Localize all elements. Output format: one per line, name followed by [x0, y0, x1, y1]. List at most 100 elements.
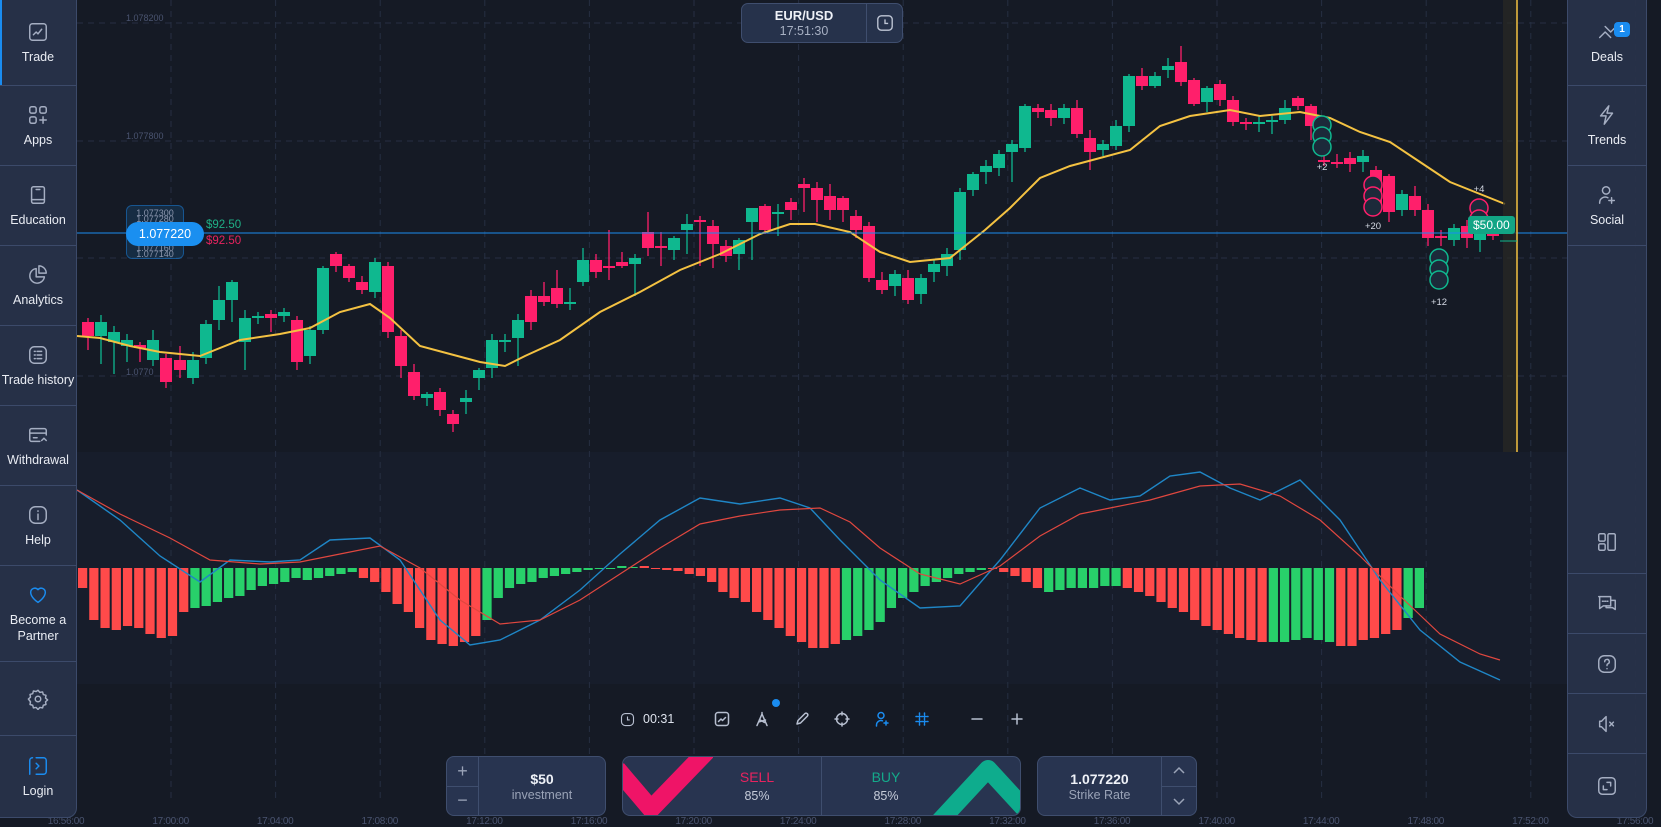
price-chart[interactable] — [0, 0, 1661, 827]
candle-body — [473, 370, 485, 378]
indicators-button[interactable] — [742, 706, 782, 732]
support-button[interactable] — [1568, 634, 1646, 694]
candle-body — [616, 262, 628, 266]
macd-histogram-bar — [583, 568, 593, 570]
fullscreen-icon — [1598, 777, 1616, 795]
chat-button[interactable] — [1568, 574, 1646, 634]
candle-body — [889, 274, 901, 286]
macd-histogram-bar — [954, 568, 964, 574]
x-tick: 17:12:00 — [466, 816, 503, 827]
sidebar-item-help[interactable]: Help — [0, 486, 76, 566]
sound-toggle[interactable] — [1568, 694, 1646, 754]
sidebar-item-trends[interactable]: Trends — [1568, 86, 1646, 166]
asset-info[interactable]: EUR/USD 17:51:30 — [742, 4, 867, 42]
zoom-in-button[interactable] — [997, 706, 1037, 732]
social-cluster-count[interactable]: +2 — [1317, 162, 1328, 173]
current-price-pill[interactable]: 1.077220 — [126, 222, 204, 246]
payout-down: $92.50 — [206, 235, 242, 247]
candle-body — [694, 220, 706, 222]
sidebar-item-trade[interactable]: Trade — [0, 0, 76, 86]
macd-histogram-bar — [257, 568, 267, 586]
zoom-controls — [957, 706, 1037, 732]
expiry-timer[interactable]: 00:31 — [620, 712, 674, 727]
indicators-icon — [756, 711, 768, 727]
strike-down-button[interactable] — [1162, 787, 1196, 816]
candle-body — [993, 154, 1005, 168]
zoom-out-button[interactable] — [957, 706, 997, 732]
layout-button[interactable] — [1568, 510, 1646, 574]
decrease-investment-button[interactable]: − — [447, 787, 478, 816]
grid-toggle-button[interactable] — [902, 706, 942, 732]
candle-body — [174, 360, 186, 370]
candle-body — [967, 174, 979, 190]
investment-panel: + − $50 investment — [446, 756, 606, 816]
macd-histogram-bar — [1122, 568, 1132, 588]
open-deal-tag[interactable]: $50.00 — [1468, 216, 1515, 234]
chart-type-button[interactable] — [702, 706, 742, 732]
social-avatar — [1312, 137, 1332, 157]
macd-histogram-bar — [662, 568, 672, 570]
sidebar-item-deals[interactable]: 1 Deals — [1568, 0, 1646, 86]
investment-input[interactable]: $50 investment — [479, 757, 605, 815]
macd-histogram-bar — [1133, 568, 1144, 592]
settings-button[interactable] — [0, 662, 76, 736]
candle-body — [226, 282, 238, 300]
candle-body — [707, 226, 719, 244]
candle-body — [304, 330, 316, 356]
asset-selector[interactable]: EUR/USD 17:51:30 — [741, 3, 903, 43]
macd-histogram-bar — [931, 568, 941, 582]
increase-investment-button[interactable]: + — [447, 757, 478, 787]
strike-rate-input[interactable]: 1.077220 Strike Rate — [1038, 757, 1162, 815]
grid-icon — [915, 712, 929, 726]
candle-body — [551, 288, 563, 304]
social-cluster-count[interactable]: +4 — [1474, 184, 1485, 195]
buy-button[interactable]: BUY 85% — [822, 757, 1020, 815]
macd-histogram-bar — [1032, 568, 1043, 588]
chart-tools — [702, 706, 942, 732]
crosshair-button[interactable] — [822, 706, 862, 732]
candle-body — [291, 320, 303, 362]
x-tick: 17:00:00 — [152, 816, 189, 827]
candle-body — [811, 188, 823, 200]
chevron-down-icon — [1173, 798, 1185, 805]
macd-histogram-bar — [212, 568, 223, 602]
fullscreen-button[interactable] — [1568, 754, 1646, 818]
sidebar-item-trade-history[interactable]: Trade history — [0, 326, 76, 406]
sell-button[interactable]: SELL 85% — [623, 757, 822, 815]
macd-histogram-bar — [864, 568, 874, 630]
macd-histogram-bar — [549, 568, 560, 576]
timeframe-button[interactable] — [867, 4, 902, 42]
macd-histogram-bar — [1190, 568, 1200, 620]
sidebar-item-apps[interactable]: Apps — [0, 86, 76, 166]
strike-up-button[interactable] — [1162, 757, 1196, 787]
macd-histogram-bar — [774, 568, 784, 628]
sidebar-item-withdrawal[interactable]: Withdrawal — [0, 406, 76, 486]
sidebar-item-social[interactable]: Social — [1568, 166, 1646, 246]
macd-histogram-bar — [808, 568, 818, 648]
indicator-active-dot — [772, 699, 780, 707]
macd-histogram-bar — [1089, 568, 1099, 588]
social-cluster-count[interactable]: +12 — [1431, 297, 1447, 308]
candle-body — [642, 232, 654, 248]
candle-body — [1266, 120, 1278, 122]
sidebar-item-education[interactable]: Education — [0, 166, 76, 246]
candle-body — [1435, 236, 1447, 238]
sidebar-item-login[interactable]: Login — [0, 736, 76, 818]
macd-histogram-bar — [111, 568, 121, 630]
candle-body — [408, 372, 420, 396]
social-cluster-count[interactable]: +20 — [1365, 221, 1381, 232]
sidebar-item-become-partner[interactable]: Become a Partner — [0, 566, 76, 662]
candle-body — [577, 260, 589, 282]
crosshair-icon — [834, 711, 850, 727]
macd-histogram-bar — [527, 568, 537, 582]
social-trading-button[interactable] — [862, 706, 902, 732]
book-icon — [30, 185, 46, 204]
drawing-button[interactable] — [782, 706, 822, 732]
macd-histogram-bar — [673, 568, 683, 571]
chart-toolbar: 00:31 — [620, 706, 674, 732]
macd-histogram-bar — [1167, 568, 1177, 608]
macd-histogram-bar — [504, 568, 515, 588]
sidebar-item-analytics[interactable]: Analytics — [0, 246, 76, 326]
macd-histogram-bar — [1414, 568, 1424, 608]
candle-body — [954, 192, 966, 250]
